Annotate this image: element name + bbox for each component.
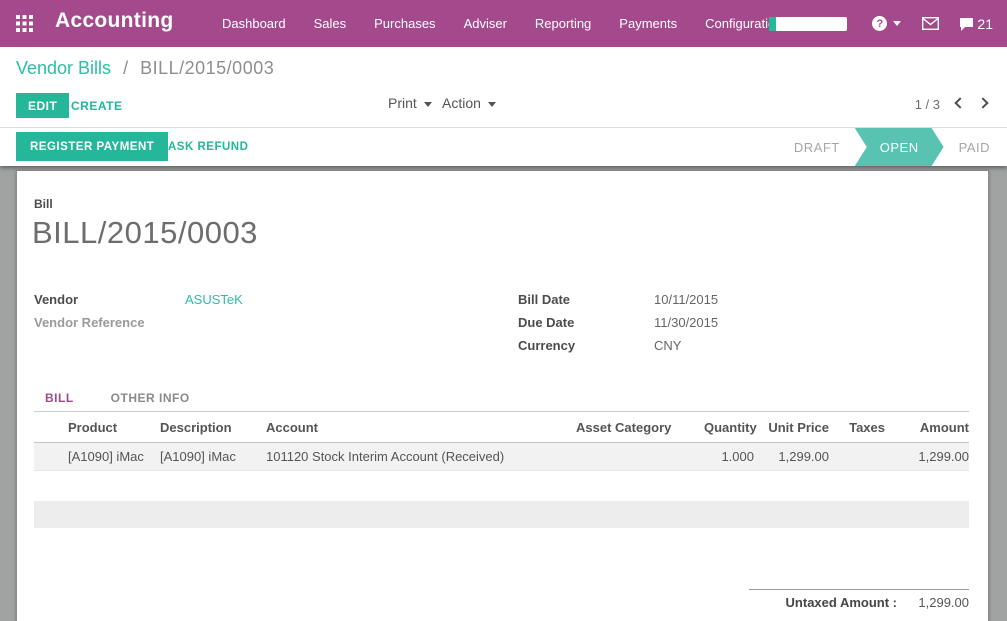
untaxed-amount-row: Untaxed Amount : 1,299.00 [749,590,969,614]
cell-unit-price: 1,299.00 [754,442,829,470]
document-type-label: Bill [34,197,53,211]
help-icon: ? [872,16,887,31]
untaxed-amount-value: 1,299.00 [897,595,969,610]
vendor-reference-field-row: Vendor Reference [34,311,145,334]
table-header-row: Product Description Account Asset Catego… [34,413,969,442]
status-draft[interactable]: DRAFT [779,128,855,166]
nav-item-payments[interactable]: Payments [619,16,677,31]
status-bar: REGISTER PAYMENT ASK REFUND DRAFT OPEN P… [0,128,1007,166]
edit-button[interactable]: EDIT [16,93,69,118]
vendor-label: Vendor [34,292,78,307]
chat-bubble-icon [959,17,974,31]
help-menu[interactable]: ? [872,16,901,31]
pager-next-button[interactable] [978,97,992,111]
totals-block: Untaxed Amount : 1,299.00 Taxes : 0.00 [749,589,969,621]
top-bar-right: ? 21 [769,0,993,47]
breadcrumb: Vendor Bills / BILL/2015/0003 [16,58,274,79]
envelope-icon [922,17,939,30]
chevron-down-icon [424,102,432,107]
cell-product: [A1090] iMac [34,442,160,470]
chat-count-badge: 21 [977,16,993,32]
cell-asset-category [576,442,704,470]
notebook-tabs: BILL OTHER INFO [34,385,969,412]
nav-item-adviser[interactable]: Adviser [464,16,507,31]
pager-count: 1 / 3 [915,97,940,112]
form-view-background: Bill BILL/2015/0003 Vendor ASUSTeK Vendo… [0,166,1007,621]
top-nav: Dashboard Sales Purchases Adviser Report… [222,0,782,47]
invoice-lines-table: Product Description Account Asset Catego… [34,413,969,471]
breadcrumb-separator: / [123,58,128,78]
planner-progress-bar[interactable] [769,17,847,31]
breadcrumb-vendor-bills[interactable]: Vendor Bills [16,58,111,78]
column-header-description: Description [160,413,266,442]
bill-date-label: Bill Date [518,292,570,307]
pager-previous-button[interactable] [952,97,966,111]
column-header-product: Product [34,413,160,442]
cell-taxes [829,442,885,470]
currency-field-row: Currency [518,334,575,357]
top-bar: Accounting Dashboard Sales Purchases Adv… [0,0,1007,47]
cell-quantity: 1.000 [704,442,754,470]
untaxed-amount-label: Untaxed Amount : [749,595,897,610]
column-header-account: Account [266,413,576,442]
currency-value: CNY [654,334,681,357]
tab-other-info[interactable]: OTHER INFO [111,391,190,405]
action-dropdown-label: Action [442,95,481,111]
bill-sheet: Bill BILL/2015/0003 Vendor ASUSTeK Vendo… [16,170,989,621]
table-row[interactable]: [A1090] iMac [A1090] iMac 101120 Stock I… [34,442,969,470]
tab-bill[interactable]: BILL [45,391,74,405]
cell-account: 101120 Stock Interim Account (Received) [266,442,576,470]
chevron-down-icon [488,102,496,107]
cell-amount: 1,299.00 [885,442,969,470]
apps-grid-icon[interactable] [16,15,33,32]
due-date-value: 11/30/2015 [654,311,718,334]
currency-label: Currency [518,338,575,353]
column-header-unit-price: Unit Price [754,413,829,442]
taxes-row: Taxes : 0.00 [749,614,969,621]
bill-date-field-row: Bill Date [518,288,570,311]
status-paid[interactable]: PAID [944,128,1005,166]
cell-description: [A1090] iMac [160,442,266,470]
action-dropdown[interactable]: Action [442,95,496,111]
status-open[interactable]: OPEN [855,128,944,166]
print-dropdown-label: Print [388,95,417,111]
chevron-down-icon [893,21,901,26]
control-panel: Vendor Bills / BILL/2015/0003 EDIT CREAT… [0,47,1007,128]
column-header-amount: Amount [885,413,969,442]
column-header-asset-category: Asset Category [576,413,704,442]
empty-notes-area [34,501,969,528]
register-payment-button[interactable]: REGISTER PAYMENT [16,132,168,161]
vendor-field-row: Vendor [34,288,78,311]
nav-item-purchases[interactable]: Purchases [374,16,435,31]
messages-button[interactable] [922,17,939,30]
chevron-right-icon [977,97,988,108]
vendor-value-row: ASUSTeK [185,288,243,311]
vendor-reference-label: Vendor Reference [34,315,145,330]
create-button[interactable]: CREATE [71,93,122,118]
chat-button[interactable]: 21 [959,16,993,32]
print-dropdown[interactable]: Print [388,95,432,111]
nav-item-sales[interactable]: Sales [314,16,347,31]
vendor-value-link[interactable]: ASUSTeK [185,292,243,307]
nav-item-reporting[interactable]: Reporting [535,16,591,31]
app-title: Accounting [55,9,174,33]
nav-item-dashboard[interactable]: Dashboard [222,16,286,31]
planner-progress-fill [769,17,776,31]
due-date-label: Due Date [518,315,574,330]
bill-date-value: 10/11/2015 [654,288,718,311]
status-widget: DRAFT OPEN PAID [779,128,1005,166]
ask-refund-button[interactable]: ASK REFUND [168,132,248,161]
breadcrumb-current: BILL/2015/0003 [140,58,274,78]
due-date-field-row: Due Date [518,311,574,334]
column-header-quantity: Quantity [704,413,754,442]
column-header-taxes: Taxes [829,413,885,442]
bill-number-heading: BILL/2015/0003 [32,215,258,251]
chevron-left-icon [954,97,965,108]
